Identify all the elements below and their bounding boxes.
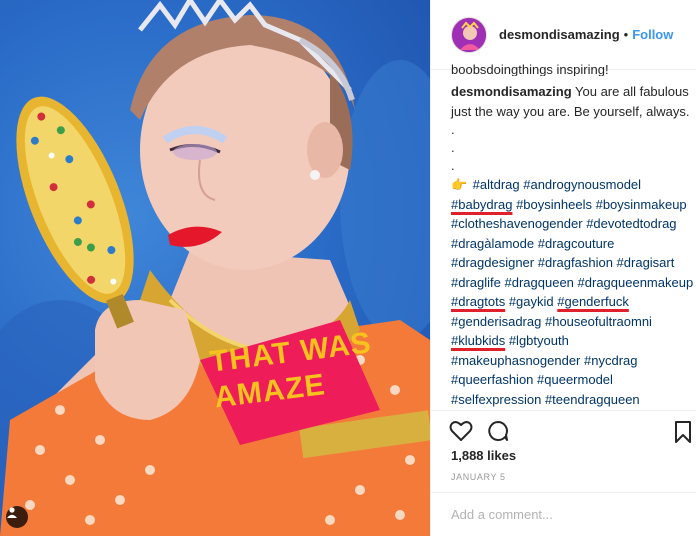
separator-dot: •: [623, 27, 629, 42]
hashtag-link[interactable]: #gaykid: [509, 294, 554, 309]
hashtag-link[interactable]: #dragdesigner: [451, 255, 534, 270]
hashtag-link[interactable]: #lgbtyouth: [509, 333, 569, 348]
photo-illustration: [0, 0, 430, 536]
heart-icon[interactable]: [449, 420, 473, 442]
hashtag-link[interactable]: #dragisart: [617, 255, 675, 270]
add-comment-input[interactable]: [451, 507, 681, 522]
caption: desmondisamazing You are all fabulous ju…: [451, 82, 695, 121]
comments-area[interactable]: boobsdoingthings inspiring! desmondisama…: [431, 62, 696, 408]
person-tag-icon[interactable]: [6, 506, 28, 528]
hashtag-link[interactable]: #klubkids: [451, 333, 505, 348]
hashtag-link[interactable]: #dragtots: [451, 294, 505, 309]
hashtag-link[interactable]: #androgynousmodel: [523, 177, 641, 192]
username-link[interactable]: desmondisamazing: [499, 27, 620, 42]
hashtag-link[interactable]: #dragàlamode: [451, 236, 534, 251]
previous-comment-cut: boobsdoingthings inspiring!: [451, 62, 609, 76]
hashtag-link[interactable]: #dragfashion: [538, 255, 613, 270]
hashtag-link[interactable]: #queermodel: [537, 372, 613, 387]
post-side-panel: desmondisamazing • Follow boobsdoingthin…: [430, 0, 696, 536]
hashtag-link[interactable]: #dragqueenmakeup: [578, 275, 694, 290]
caption-username[interactable]: desmondisamazing: [451, 84, 572, 99]
hashtag-link[interactable]: #genderisadrag: [451, 314, 541, 329]
hashtag-link[interactable]: #selfexpression: [451, 392, 541, 407]
dot-line: .: [451, 122, 455, 137]
hashtag-link[interactable]: #devotedtodrag: [586, 216, 676, 231]
hashtag-link[interactable]: #boysinheels: [516, 197, 592, 212]
hashtag-link[interactable]: #babydrag: [451, 197, 512, 212]
pointing-hand-emoji: 👉: [451, 177, 468, 192]
hashtag-link[interactable]: #altdrag: [473, 177, 520, 192]
hashtag-link[interactable]: #dragcouture: [538, 236, 615, 251]
hashtag-link[interactable]: #draglife: [451, 275, 501, 290]
hashtag-link[interactable]: #dragqueen: [505, 275, 574, 290]
post-date: January 5: [451, 472, 506, 482]
dot-line: .: [451, 158, 455, 173]
profile-avatar[interactable]: [451, 16, 487, 53]
dot-line: .: [451, 140, 455, 155]
post-photo[interactable]: THAT WAS AMAZE: [0, 0, 430, 536]
add-comment-bar: [431, 492, 696, 536]
hashtag-link[interactable]: #nycdrag: [584, 353, 637, 368]
follow-button[interactable]: Follow: [632, 27, 673, 42]
comment-icon[interactable]: [487, 420, 509, 442]
hashtag-link[interactable]: #teendragqueen: [545, 392, 640, 407]
hashtag-link[interactable]: #makeuphasnogender: [451, 353, 580, 368]
hashtag-link[interactable]: #genderfuck: [557, 294, 629, 309]
hashtag-link[interactable]: #clotheshavenogender: [451, 216, 583, 231]
action-bar: [431, 410, 696, 450]
post-header: desmondisamazing • Follow: [431, 0, 696, 70]
hashtag-link[interactable]: #boysinmakeup: [596, 197, 687, 212]
bookmark-icon[interactable]: [675, 421, 691, 443]
hashtag-link[interactable]: #queerfashion: [451, 372, 533, 387]
hashtag-list: 👉 #altdrag #androgynousmodel #babydrag #…: [451, 175, 695, 408]
likes-count[interactable]: 1,888 likes: [451, 448, 516, 463]
hashtag-link[interactable]: #houseofultraomni: [545, 314, 652, 329]
